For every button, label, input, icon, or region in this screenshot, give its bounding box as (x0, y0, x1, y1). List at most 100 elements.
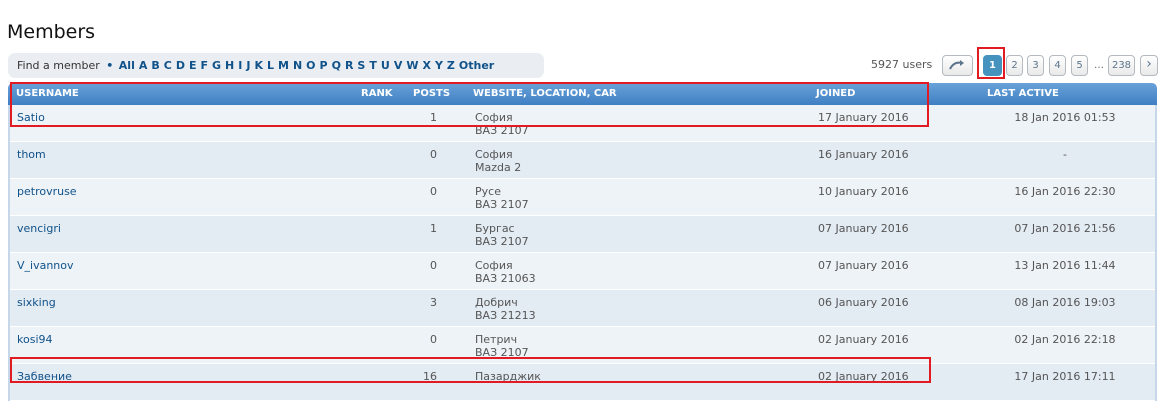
letter-filter-m[interactable]: M (278, 59, 289, 72)
letter-filter-list: All A B C D E F G H I J K L M N O P Q R S T U V W X Y Z Other (119, 59, 498, 72)
member-username-link[interactable]: kosi94 (17, 333, 53, 346)
letter-filter-a[interactable]: A (139, 59, 148, 72)
letter-filter-y[interactable]: Y (435, 59, 443, 72)
member-location: Петрич (475, 333, 518, 346)
member-posts: 0 (430, 148, 437, 161)
member-joined: 07 January 2016 (818, 222, 909, 235)
member-location: София (475, 111, 513, 124)
member-username-link[interactable]: Satio (17, 111, 45, 124)
letter-filter-all[interactable]: All (119, 59, 135, 72)
letter-filter-f[interactable]: F (200, 59, 208, 72)
member-location: Пазарджик (475, 370, 541, 383)
letter-filter-j[interactable]: J (246, 59, 250, 72)
letter-filter-o[interactable]: O (306, 59, 315, 72)
member-car: ВАЗ 2107 (475, 235, 529, 248)
header-posts[interactable]: POSTS (413, 88, 450, 99)
letter-filter-i[interactable]: I (238, 59, 242, 72)
member-posts: 0 (430, 259, 437, 272)
page-3-button[interactable]: 3 (1027, 55, 1044, 76)
member-car: ВАЗ 2107 (475, 124, 529, 137)
member-posts: 0 (430, 185, 437, 198)
member-joined: 07 January 2016 (818, 259, 909, 272)
letter-filter-s[interactable]: S (357, 59, 365, 72)
member-location: София (475, 148, 513, 161)
letter-filter-u[interactable]: U (381, 59, 390, 72)
letter-filter-g[interactable]: G (212, 59, 221, 72)
page-title: Members (7, 20, 96, 43)
chevron-right-icon: › (1146, 56, 1152, 72)
member-last-active: - (1063, 148, 1067, 161)
member-last-active: 18 Jan 2016 01:53 (1014, 111, 1116, 124)
member-joined: 10 January 2016 (818, 185, 909, 198)
page-5-button[interactable]: 5 (1071, 55, 1088, 76)
letter-filter-r[interactable]: R (345, 59, 353, 72)
member-last-active: 07 Jan 2016 21:56 (1014, 222, 1116, 235)
member-car: ВАЗ 2107 (475, 198, 529, 211)
letter-filter-v[interactable]: V (394, 59, 403, 72)
header-rank[interactable]: RANK (361, 88, 393, 99)
header-username[interactable]: USERNAME (16, 88, 79, 99)
member-last-active: 08 Jan 2016 19:03 (1014, 296, 1116, 309)
separator-bullet: • (106, 59, 114, 72)
member-joined: 17 January 2016 (818, 111, 909, 124)
member-username-link[interactable]: V_ivannov (17, 259, 74, 272)
table-row: Забвение 16 Пазарджик 02 January 2016 17 Jan… (8, 364, 1157, 401)
member-last-active: 13 Jan 2016 11:44 (1014, 259, 1116, 272)
member-username-link[interactable]: vencigri (17, 222, 61, 235)
page-2-button[interactable]: 2 (1006, 55, 1023, 76)
jump-to-page-button[interactable] (942, 55, 973, 76)
table-row: kosi94 0 Петрич ВАЗ 2107 02 January 2016 02 J… (8, 327, 1157, 364)
letter-filter-e[interactable]: E (189, 59, 197, 72)
page-238-button[interactable]: 238 (1108, 55, 1135, 76)
member-username-link[interactable]: petrovruse (17, 185, 77, 198)
table-row: V_ivannov 0 София ВАЗ 21063 07 January 2016 1… (8, 253, 1157, 290)
letter-filter-h[interactable]: H (225, 59, 234, 72)
member-car: ВАЗ 2107 (475, 346, 529, 359)
table-row: Satio 1 София ВАЗ 2107 17 January 2016 18 Jan… (8, 105, 1157, 142)
letter-filter-l[interactable]: L (267, 59, 274, 72)
pagination-ellipsis: … (1094, 60, 1104, 71)
next-page-button[interactable]: › (1140, 55, 1158, 76)
letter-filter-n[interactable]: N (293, 59, 302, 72)
member-location: Добрич (475, 296, 518, 309)
letter-filter-z[interactable]: Z (447, 59, 455, 72)
find-member-bar: Find a member • All A B C D E F G H I J K L M N O P Q R S T U… (8, 53, 544, 78)
member-car: ВАЗ 21213 (475, 309, 536, 322)
letter-filter-q[interactable]: Q (332, 59, 341, 72)
member-joined: 02 January 2016 (818, 370, 909, 383)
find-member-label: Find a member (17, 59, 100, 72)
member-car: Mazda 2 (475, 161, 522, 174)
member-username-link[interactable]: thom (17, 148, 46, 161)
member-username-link[interactable]: sixking (17, 296, 56, 309)
jump-to-page-icon (948, 60, 964, 70)
letter-filter-k[interactable]: K (254, 59, 263, 72)
member-posts: 0 (430, 333, 437, 346)
member-location: София (475, 259, 513, 272)
table-row: sixking 3 Добрич ВАЗ 21213 06 January 2016 08… (8, 290, 1157, 327)
letter-filter-other[interactable]: Other (459, 59, 494, 72)
letter-filter-d[interactable]: D (176, 59, 185, 72)
member-posts: 3 (430, 296, 437, 309)
member-joined: 16 January 2016 (818, 148, 909, 161)
member-last-active: 02 Jan 2016 22:18 (1014, 333, 1116, 346)
letter-filter-b[interactable]: B (151, 59, 159, 72)
members-table-header: USERNAME RANK POSTS WEBSITE, LOCATION, C… (8, 83, 1157, 105)
table-row: petrovruse 0 Русе ВАЗ 2107 10 January 2016 16… (8, 179, 1157, 216)
letter-filter-p[interactable]: P (320, 59, 328, 72)
header-last-active[interactable]: LAST ACTIVE (987, 88, 1059, 99)
member-posts: 1 (430, 111, 437, 124)
letter-filter-x[interactable]: X (422, 59, 430, 72)
page-4-button[interactable]: 4 (1049, 55, 1066, 76)
letter-filter-c[interactable]: C (164, 59, 172, 72)
member-username-link[interactable]: Забвение (17, 370, 72, 383)
member-joined: 02 January 2016 (818, 333, 909, 346)
letter-filter-w[interactable]: W (406, 59, 418, 72)
header-location: WEBSITE, LOCATION, CAR (473, 88, 617, 99)
member-posts: 1 (430, 222, 437, 235)
users-count: 5927 users (871, 58, 933, 71)
member-joined: 06 January 2016 (818, 296, 909, 309)
letter-filter-t[interactable]: T (369, 59, 377, 72)
header-joined[interactable]: JOINED (816, 88, 855, 99)
member-posts: 16 (423, 370, 437, 383)
page-1-button[interactable]: 1 (983, 55, 1002, 76)
